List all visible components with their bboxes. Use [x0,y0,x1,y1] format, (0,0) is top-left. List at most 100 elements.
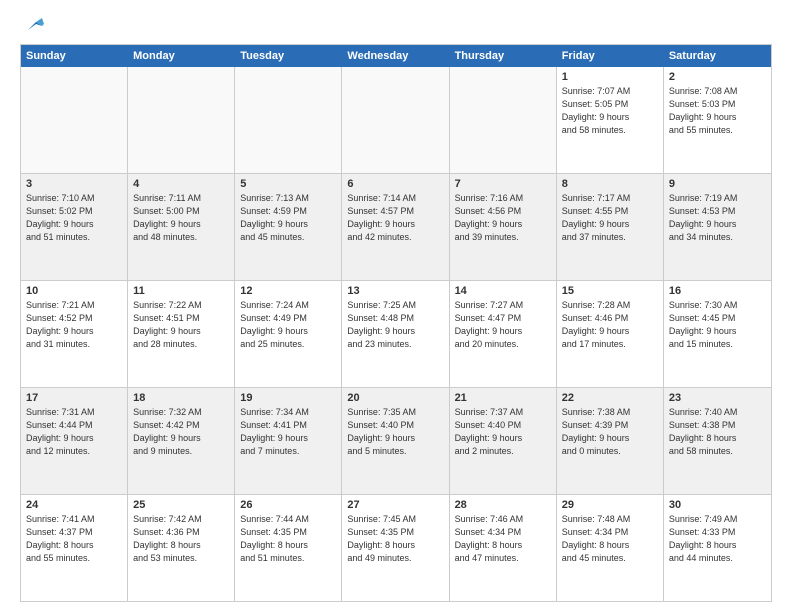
day-cell-29: 29Sunrise: 7:48 AM Sunset: 4:34 PM Dayli… [557,495,664,601]
header [20,16,772,36]
day-number: 13 [347,285,443,297]
day-number: 12 [240,285,336,297]
day-number: 22 [562,392,658,404]
day-info: Sunrise: 7:49 AM Sunset: 4:33 PM Dayligh… [669,513,766,565]
day-cell-30: 30 Sunrise: 7:49 AM Sunset: 4:33 PM Dayli… [664,495,771,601]
day-number: 11 [133,285,229,297]
day-number: 5 [240,178,336,190]
day-number: 18 [133,392,229,404]
day-info: Sunrise: 7:21 AM Sunset: 4:52 PM Dayligh… [26,299,122,351]
day-cell-17: 17 Sunrise: 7:31 AM Sunset: 4:44 PM Dayli… [21,388,128,494]
day-number: 26 [240,499,336,511]
day-number: 24 [26,499,122,511]
weekday-header-monday: Monday [128,45,235,67]
day-info: Sunrise: 7:07 AM Sunset: 5:05 PM Dayligh… [562,85,658,137]
empty-cell [128,67,235,173]
calendar-row-1: 3 Sunrise: 7:10 AM Sunset: 5:02 PM Daylig… [21,174,771,281]
day-number: 30 [669,499,766,511]
day-info: Sunrise: 7:22 AM Sunset: 4:51 PM Dayligh… [133,299,229,351]
day-number: 15 [562,285,658,297]
day-info: Sunrise: 7:19 AM Sunset: 4:53 PM Dayligh… [669,192,766,244]
empty-cell [450,67,557,173]
weekday-header-saturday: Saturday [664,45,771,67]
day-cell-20: 20Sunrise: 7:35 AM Sunset: 4:40 PM Dayli… [342,388,449,494]
day-cell-2: 2Sunrise: 7:08 AM Sunset: 5:03 PM Daylig… [664,67,771,173]
weekday-header-friday: Friday [557,45,664,67]
day-number: 8 [562,178,658,190]
day-number: 16 [669,285,766,297]
day-number: 17 [26,392,122,404]
day-cell-3: 3 Sunrise: 7:10 AM Sunset: 5:02 PM Daylig… [21,174,128,280]
day-info: Sunrise: 7:40 AM Sunset: 4:38 PM Dayligh… [669,406,766,458]
day-cell-22: 22 Sunrise: 7:38 AM Sunset: 4:39 PM Dayli… [557,388,664,494]
day-number: 19 [240,392,336,404]
day-info: Sunrise: 7:30 AM Sunset: 4:45 PM Dayligh… [669,299,766,351]
day-info: Sunrise: 7:37 AM Sunset: 4:40 PM Dayligh… [455,406,551,458]
day-info: Sunrise: 7:46 AM Sunset: 4:34 PM Dayligh… [455,513,551,565]
calendar-row-0: 1 Sunrise: 7:07 AM Sunset: 5:05 PM Daylig… [21,67,771,174]
day-number: 9 [669,178,766,190]
day-number: 3 [26,178,122,190]
day-cell-19: 19 Sunrise: 7:34 AM Sunset: 4:41 PM Dayli… [235,388,342,494]
day-number: 4 [133,178,229,190]
day-number: 28 [455,499,551,511]
day-info: Sunrise: 7:16 AM Sunset: 4:56 PM Dayligh… [455,192,551,244]
day-info: Sunrise: 7:25 AM Sunset: 4:48 PM Dayligh… [347,299,443,351]
day-info: Sunrise: 7:14 AM Sunset: 4:57 PM Dayligh… [347,192,443,244]
day-info: Sunrise: 7:13 AM Sunset: 4:59 PM Dayligh… [240,192,336,244]
empty-cell [235,67,342,173]
day-number: 23 [669,392,766,404]
day-cell-15: 15 Sunrise: 7:28 AM Sunset: 4:46 PM Dayli… [557,281,664,387]
empty-cell [342,67,449,173]
day-number: 6 [347,178,443,190]
day-cell-18: 18 Sunrise: 7:32 AM Sunset: 4:42 PM Dayli… [128,388,235,494]
weekday-header-thursday: Thursday [450,45,557,67]
calendar-row-2: 10 Sunrise: 7:21 AM Sunset: 4:52 PM Dayli… [21,281,771,388]
day-info: Sunrise: 7:28 AM Sunset: 4:46 PM Dayligh… [562,299,658,351]
day-cell-1: 1 Sunrise: 7:07 AM Sunset: 5:05 PM Daylig… [557,67,664,173]
day-cell-6: 6 Sunrise: 7:14 AM Sunset: 4:57 PM Daylig… [342,174,449,280]
day-info: Sunrise: 7:24 AM Sunset: 4:49 PM Dayligh… [240,299,336,351]
day-info: Sunrise: 7:34 AM Sunset: 4:41 PM Dayligh… [240,406,336,458]
day-cell-25: 25 Sunrise: 7:42 AM Sunset: 4:36 PM Dayli… [128,495,235,601]
day-cell-26: 26 Sunrise: 7:44 AM Sunset: 4:35 PM Dayli… [235,495,342,601]
day-cell-27: 27 Sunrise: 7:45 AM Sunset: 4:35 PM Dayli… [342,495,449,601]
day-info: Sunrise: 7:31 AM Sunset: 4:44 PM Dayligh… [26,406,122,458]
empty-cell [21,67,128,173]
day-cell-9: 9 Sunrise: 7:19 AM Sunset: 4:53 PM Daylig… [664,174,771,280]
day-info: Sunrise: 7:38 AM Sunset: 4:39 PM Dayligh… [562,406,658,458]
day-info: Sunrise: 7:32 AM Sunset: 4:42 PM Dayligh… [133,406,229,458]
day-number: 1 [562,71,658,83]
day-cell-4: 4 Sunrise: 7:11 AM Sunset: 5:00 PM Daylig… [128,174,235,280]
weekday-header-tuesday: Tuesday [235,45,342,67]
day-number: 25 [133,499,229,511]
day-number: 27 [347,499,443,511]
day-cell-16: 16 Sunrise: 7:30 AM Sunset: 4:45 PM Dayli… [664,281,771,387]
page: SundayMondayTuesdayWednesdayThursdayFrid… [0,0,792,612]
day-info: Sunrise: 7:42 AM Sunset: 4:36 PM Dayligh… [133,513,229,565]
day-info: Sunrise: 7:10 AM Sunset: 5:02 PM Dayligh… [26,192,122,244]
day-cell-10: 10 Sunrise: 7:21 AM Sunset: 4:52 PM Dayli… [21,281,128,387]
day-cell-14: 14Sunrise: 7:27 AM Sunset: 4:47 PM Dayli… [450,281,557,387]
day-info: Sunrise: 7:44 AM Sunset: 4:35 PM Dayligh… [240,513,336,565]
day-cell-23: 23 Sunrise: 7:40 AM Sunset: 4:38 PM Dayli… [664,388,771,494]
day-number: 10 [26,285,122,297]
day-info: Sunrise: 7:41 AM Sunset: 4:37 PM Dayligh… [26,513,122,565]
day-number: 20 [347,392,443,404]
day-cell-12: 12 Sunrise: 7:24 AM Sunset: 4:49 PM Dayli… [235,281,342,387]
day-info: Sunrise: 7:08 AM Sunset: 5:03 PM Dayligh… [669,85,766,137]
day-info: Sunrise: 7:11 AM Sunset: 5:00 PM Dayligh… [133,192,229,244]
calendar: SundayMondayTuesdayWednesdayThursdayFrid… [20,44,772,602]
logo-bird-icon [22,18,44,34]
day-info: Sunrise: 7:17 AM Sunset: 4:55 PM Dayligh… [562,192,658,244]
logo [20,16,44,36]
day-info: Sunrise: 7:45 AM Sunset: 4:35 PM Dayligh… [347,513,443,565]
day-cell-28: 28 Sunrise: 7:46 AM Sunset: 4:34 PM Dayli… [450,495,557,601]
day-cell-24: 24 Sunrise: 7:41 AM Sunset: 4:37 PM Dayli… [21,495,128,601]
day-number: 29 [562,499,658,511]
weekday-header-sunday: Sunday [21,45,128,67]
day-cell-5: 5 Sunrise: 7:13 AM Sunset: 4:59 PM Daylig… [235,174,342,280]
day-info: Sunrise: 7:27 AM Sunset: 4:47 PM Dayligh… [455,299,551,351]
calendar-body: 1 Sunrise: 7:07 AM Sunset: 5:05 PM Daylig… [21,67,771,601]
weekday-header-wednesday: Wednesday [342,45,449,67]
